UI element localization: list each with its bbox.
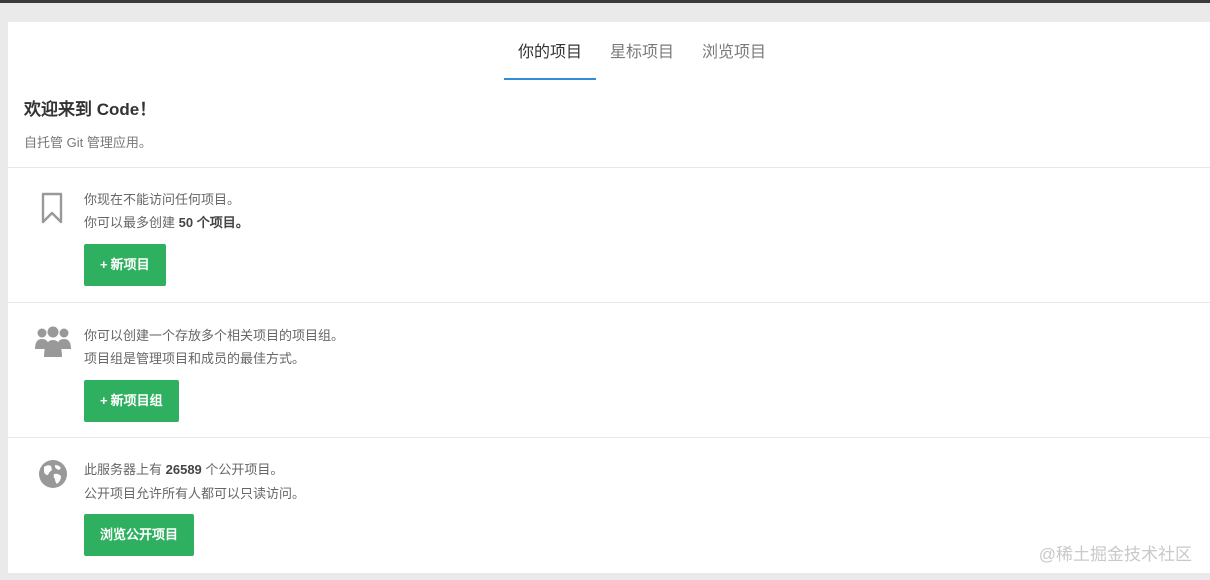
new-group-block: 你可以创建一个存放多个相关项目的项目组。 项目组是管理项目和成员的最佳方式。 +… bbox=[8, 303, 1210, 437]
browse-public-projects-button[interactable]: 浏览公开项目 bbox=[84, 514, 195, 556]
new-group-button[interactable]: + 新项目组 bbox=[84, 380, 179, 422]
tab-explore-projects[interactable]: 浏览项目 bbox=[688, 22, 780, 80]
project-limit-text: 你可以最多创建 50 个项目。 bbox=[84, 212, 249, 231]
project-tabs: 你的项目 星标项目 浏览项目 bbox=[504, 22, 780, 80]
welcome-title: 欢迎来到 Code！ bbox=[24, 100, 157, 119]
public-count-text: 此服务器上有 26589 个公开项目。 bbox=[84, 459, 283, 478]
public-project-count: 26589 bbox=[165, 462, 202, 477]
tab-starred-projects[interactable]: 星标项目 bbox=[596, 22, 688, 80]
welcome-subtitle: 自托管 Git 管理应用。 bbox=[24, 135, 152, 150]
public-access-text: 公开项目允许所有人都可以只读访问。 bbox=[84, 486, 306, 501]
public-projects-block: 此服务器上有 26589 个公开项目。 公开项目允许所有人都可以只读访问。 浏览… bbox=[8, 438, 1210, 573]
new-group-label: 新项目组 bbox=[110, 393, 163, 408]
dashboard-panel: 你的项目 星标项目 浏览项目 欢迎来到 Code！ 自托管 Git 管理应用。 … bbox=[8, 22, 1210, 573]
bookmark-icon bbox=[34, 190, 70, 226]
window-top-bar bbox=[0, 0, 1210, 3]
plus-icon: + bbox=[100, 257, 108, 272]
public-count-suffix: 个公开项目。 bbox=[201, 462, 284, 477]
new-project-block: 你现在不能访问任何项目。 你可以最多创建 50 个项目。 + 新项目 bbox=[8, 168, 1210, 302]
tab-your-projects[interactable]: 你的项目 bbox=[504, 22, 597, 80]
globe-icon bbox=[37, 458, 73, 494]
watermark: @稀土掘金技术社区 bbox=[1038, 545, 1192, 564]
users-icon bbox=[34, 323, 71, 359]
public-count-prefix: 此服务器上有 bbox=[84, 462, 166, 477]
project-limit-prefix: 你可以最多创建 bbox=[84, 215, 179, 230]
plus-icon: + bbox=[100, 393, 108, 408]
new-project-label: 新项目 bbox=[110, 257, 150, 272]
no-access-text: 你现在不能访问任何项目。 bbox=[84, 192, 241, 207]
group-benefit-text: 项目组是管理项目和成员的最佳方式。 bbox=[84, 351, 306, 366]
project-limit-count: 50 个项目。 bbox=[178, 215, 249, 230]
group-intro-text: 你可以创建一个存放多个相关项目的项目组。 bbox=[84, 328, 345, 343]
new-project-button[interactable]: + 新项目 bbox=[84, 244, 166, 286]
